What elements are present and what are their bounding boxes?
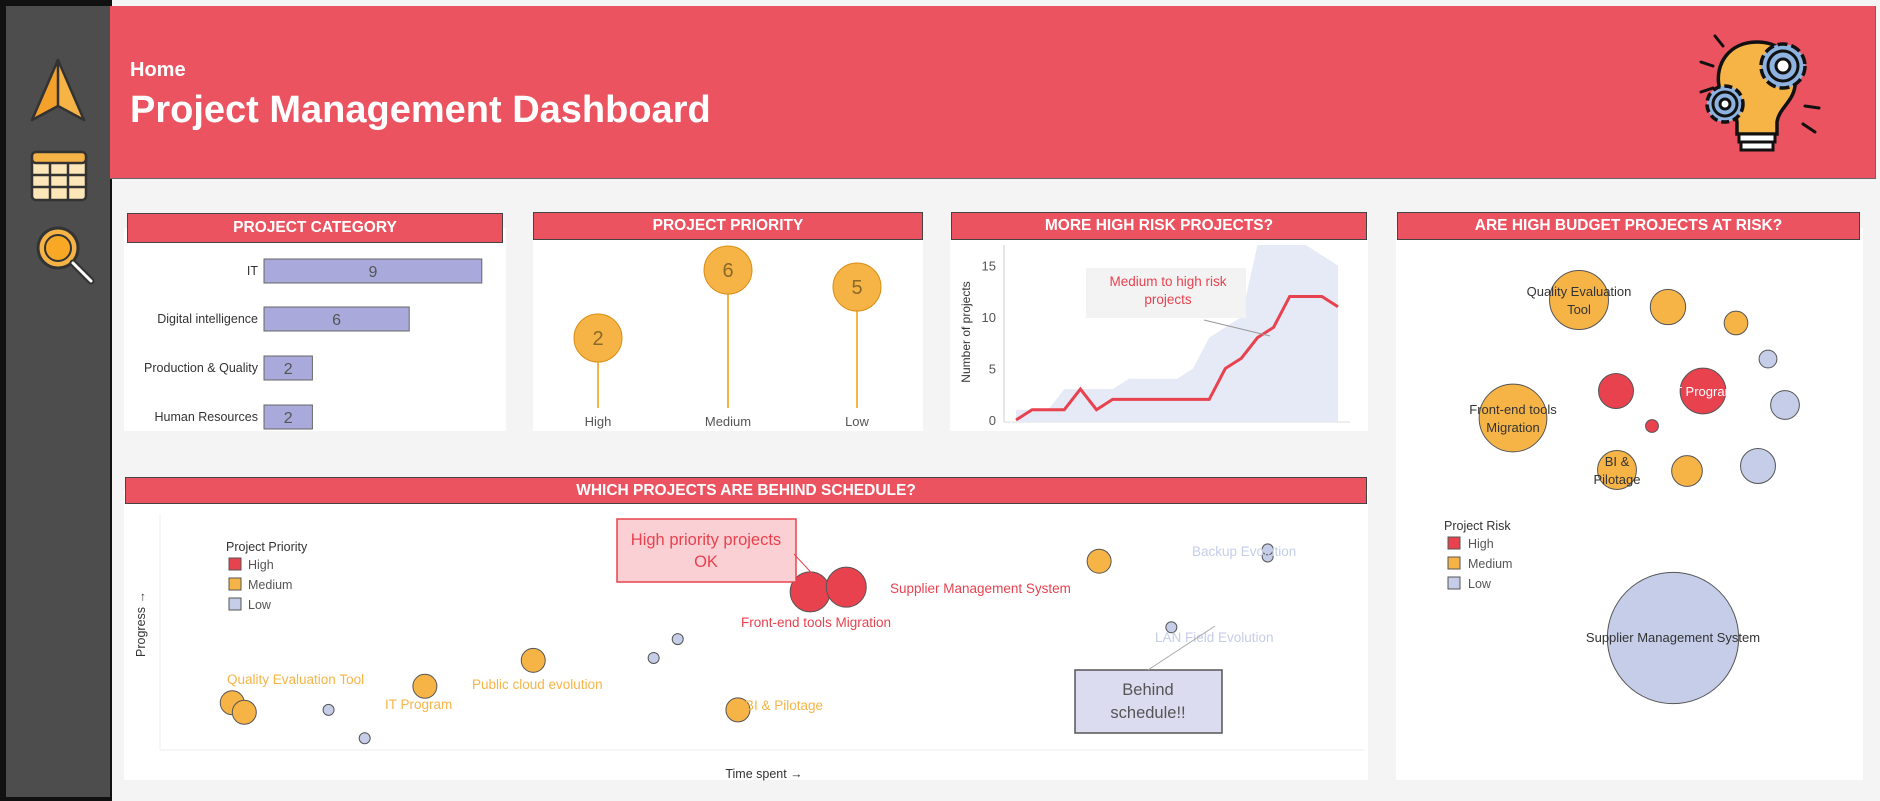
page-title: Project Management Dashboard [130, 89, 711, 131]
budget-bubble [1598, 373, 1634, 409]
budget-legend-swatch [1447, 576, 1461, 590]
budget-legend-label: Medium [1468, 557, 1512, 571]
behind-schedule-callout-line-2: schedule!! [1110, 704, 1185, 722]
schedule-label-fe: Front-end tools Migration [741, 615, 891, 630]
budget-label-qe: Tool [1567, 302, 1591, 317]
schedule-point [1086, 548, 1112, 574]
budget-label-fe: Migration [1486, 420, 1539, 435]
category-label: Digital intelligence [157, 312, 258, 326]
schedule-legend-swatch [228, 577, 242, 591]
schedule-scatter-chart: Quality Evaluation Tool IT Program Public … [134, 514, 1364, 781]
schedule-label-pc: Public cloud evolution [472, 677, 603, 692]
schedule-point [358, 732, 371, 745]
budget-label-qe: Quality Evaluation [1527, 284, 1632, 299]
risk-y-axis-label: Number of projects [959, 281, 973, 382]
budget-bubble [1758, 349, 1778, 369]
schedule-label-lan: LAN Field Evolution [1155, 630, 1274, 645]
category-value: 2 [284, 361, 293, 378]
budget-legend-swatch [1447, 536, 1461, 550]
budget-label-it: IT Program [1671, 384, 1736, 399]
risk-annotation-line-1: Medium to high risk [1109, 274, 1226, 289]
priority-value: 2 [592, 328, 603, 350]
high-priority-callout-line-2: OK [694, 553, 718, 571]
priority-label: Medium [705, 414, 751, 429]
budget-bubble [1770, 390, 1800, 420]
priority-value: 5 [851, 277, 862, 299]
search-magnifier-icon[interactable] [34, 224, 96, 291]
schedule-title: WHICH PROJECTS ARE BEHIND SCHEDULE? [125, 477, 1367, 504]
schedule-x-axis-label: Time spent → [725, 767, 802, 781]
budget-label-bi: Pilotage [1594, 472, 1641, 487]
category-label: Production & Quality [144, 361, 259, 375]
category-value: 2 [284, 410, 293, 427]
project-category-chart: IT 9 Digital intelligence 6 Production & Qua… [144, 258, 483, 430]
schedule-point [322, 703, 335, 716]
budget-legend-swatch [1447, 556, 1461, 570]
y-tick-label: 15 [982, 259, 996, 274]
y-tick-label: 10 [982, 310, 996, 325]
priority-value: 6 [722, 260, 733, 282]
lightbulb-gears-logo-icon [1695, 26, 1825, 161]
budget-bubble-chart: Quality Evaluation Tool Front-end tools Mig… [1444, 270, 1800, 705]
y-tick-label: 5 [989, 362, 996, 377]
schedule-legend-title: Project Priority [226, 540, 308, 554]
sidebar [0, 0, 112, 801]
budget-label-sms: Supplier Management System [1586, 630, 1760, 645]
schedule-point [231, 699, 257, 725]
risk-trend-chart: 0 5 10 15 Number of projects Medium to high r… [959, 245, 1350, 428]
high-priority-callout-box [616, 518, 797, 583]
schedule-point [671, 633, 684, 646]
risk-annotation-line-2: projects [1144, 292, 1192, 307]
budget-bubble [1740, 448, 1776, 484]
budget-bubble [1478, 383, 1548, 453]
budget-legend-title: Project Risk [1444, 519, 1511, 533]
project-priority-chart: 2 High 6 Medium 5 Low [573, 245, 882, 429]
category-label: IT [247, 264, 258, 278]
budget-bubble [1649, 288, 1687, 326]
high-priority-callout-line-1: High priority projects [631, 531, 781, 549]
behind-schedule-callout-box [1074, 669, 1223, 734]
schedule-legend-label: Medium [248, 578, 292, 592]
breadcrumb-home[interactable]: Home [130, 59, 186, 82]
schedule-label-qe: Quality Evaluation Tool [227, 672, 364, 687]
project-priority-title: PROJECT PRIORITY [533, 212, 923, 240]
priority-label: Low [845, 414, 869, 429]
schedule-y-axis-label: Progress → [134, 591, 148, 657]
schedule-label-it: IT Program [385, 697, 452, 712]
y-tick-label: 0 [989, 413, 996, 428]
schedule-point [647, 651, 660, 664]
schedule-point [520, 647, 546, 673]
category-value: 6 [332, 312, 341, 329]
budget-label-bi: BI & [1605, 454, 1630, 469]
budget-legend-label: Low [1468, 577, 1492, 591]
schedule-label-backup: Backup Evolution [1192, 544, 1296, 559]
budget-bubble [1671, 455, 1703, 487]
schedule-label-bi: BI & Pilotage [745, 698, 823, 713]
budget-bubble [1549, 270, 1609, 330]
navigation-arrow-icon[interactable] [28, 56, 88, 131]
schedule-legend-label: High [248, 558, 274, 572]
category-value: 9 [368, 264, 377, 281]
schedule-point [825, 566, 867, 608]
budget-legend-label: High [1468, 537, 1494, 551]
priority-label: High [585, 414, 612, 429]
budget-bubble [1645, 419, 1659, 433]
category-label: Human Resources [154, 410, 258, 424]
schedule-label-sms: Supplier Management System [890, 581, 1071, 596]
schedule-legend-swatch [228, 597, 242, 611]
table-grid-icon[interactable] [30, 150, 88, 207]
project-category-title: PROJECT CATEGORY [127, 213, 503, 243]
budget-label-fe: Front-end tools [1469, 402, 1557, 417]
schedule-legend-label: Low [248, 598, 272, 612]
header-banner: Home Project Management Dashboard [110, 6, 1876, 179]
budget-bubble [1723, 310, 1749, 336]
schedule-point [412, 673, 438, 699]
behind-schedule-callout-line-1: Behind [1122, 681, 1173, 699]
risk-trend-title: MORE HIGH RISK PROJECTS? [951, 212, 1367, 240]
schedule-legend-swatch [228, 557, 242, 571]
